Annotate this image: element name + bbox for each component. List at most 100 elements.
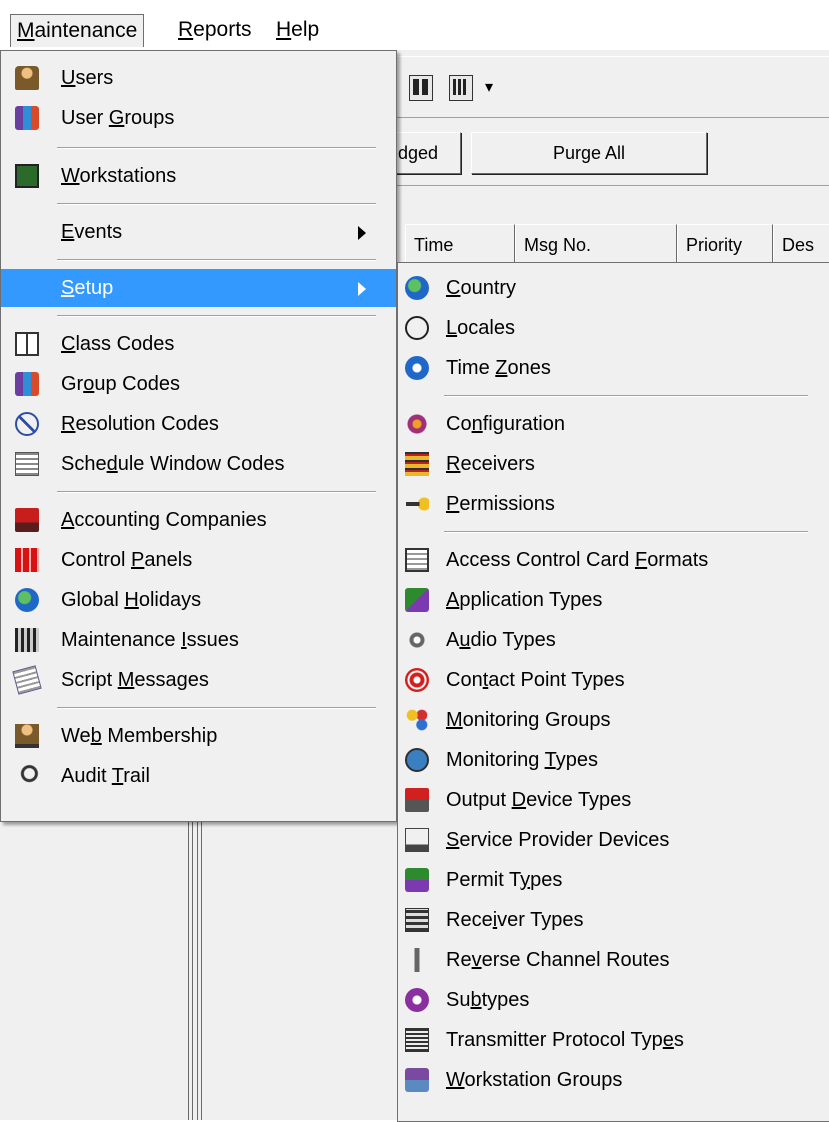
button-row: dged Purge All: [395, 128, 829, 180]
menu-item-subtypes[interactable]: Subtypes: [398, 981, 829, 1019]
menu-item-locales[interactable]: Locales: [398, 309, 829, 347]
menu-item-permit-types[interactable]: Permit Types: [398, 861, 829, 899]
menu-item-workstation-groups-label: Workstation Groups: [446, 1069, 623, 1091]
transmitter-protocol-types-icon: [405, 1028, 429, 1052]
menu-item-permit-types-label: Permit Types: [446, 869, 563, 891]
menu-maintenance-label: aintenance: [34, 19, 138, 42]
control-panels-icon: [15, 548, 39, 572]
menu-reports-mnemonic: R: [178, 18, 194, 41]
resolution-codes-icon: [15, 412, 39, 436]
menu-help[interactable]: Help: [270, 14, 325, 46]
accounting-companies-icon: [15, 508, 39, 532]
audit-trail-icon: [15, 764, 39, 788]
menu-item-maintenance-issues-label: Maintenance Issues: [61, 629, 239, 651]
menu-item-reverse-channel-routes[interactable]: Reverse Channel Routes: [398, 941, 829, 979]
menu-item-schedule-window-codes[interactable]: Schedule Window Codes: [1, 445, 396, 483]
menu-item-configuration[interactable]: Configuration: [398, 405, 829, 443]
books-icon[interactable]: [409, 75, 433, 101]
menu-item-receivers[interactable]: Receivers: [398, 445, 829, 483]
menu-item-events[interactable]: Events: [1, 213, 396, 251]
time-zones-icon: [405, 356, 429, 380]
menu-maintenance[interactable]: Maintenance: [10, 14, 145, 47]
locales-icon: [405, 316, 429, 340]
users-icon: [15, 66, 39, 90]
menu-item-permissions-label: Permissions: [446, 493, 555, 515]
menu-item-monitoring-groups[interactable]: Monitoring Groups: [398, 701, 829, 739]
menu-item-country[interactable]: Country: [398, 269, 829, 307]
menu-item-workstations-label: Workstations: [61, 165, 177, 187]
script-messages-icon: [12, 665, 42, 695]
menu-item-access-control-card-formats[interactable]: Access Control Card Formats: [398, 541, 829, 579]
submenu-arrow-icon: [358, 282, 366, 296]
menu-item-contact-point-types[interactable]: Contact Point Types: [398, 661, 829, 699]
menu-item-accounting-companies-label: Accounting Companies: [61, 509, 267, 531]
menubar: Maintenance Reports Help: [0, 0, 829, 50]
menu-item-user-groups[interactable]: User Groups: [1, 99, 396, 137]
splitter-line-2[interactable]: [197, 810, 202, 1120]
menu-item-group-codes-label: Group Codes: [61, 373, 180, 395]
menu-item-maintenance-issues[interactable]: Maintenance Issues: [1, 621, 396, 659]
menu-item-setup-label: Setup: [61, 277, 114, 299]
menu-item-global-holidays[interactable]: Global Holidays: [1, 581, 396, 619]
purge-all-button[interactable]: Purge All: [471, 132, 707, 174]
monitoring-groups-icon: [405, 708, 429, 732]
toolbar: ▾: [395, 56, 829, 118]
group-codes-icon: [15, 372, 39, 396]
access-card-formats-icon: [405, 548, 429, 572]
menu-item-locales-label: Locales: [446, 317, 515, 339]
splitter-line[interactable]: [188, 810, 193, 1120]
global-holidays-icon: [15, 588, 39, 612]
menu-item-script-messages-label: Script Messages: [61, 669, 209, 691]
menu-item-application-types[interactable]: Application Types: [398, 581, 829, 619]
menu-item-users[interactable]: Users: [1, 59, 396, 97]
menu-item-reverse-channel-routes-label: Reverse Channel Routes: [446, 949, 670, 971]
application-types-icon: [405, 588, 429, 612]
menu-item-receiver-types[interactable]: Receiver Types: [398, 901, 829, 939]
filter-strip: [395, 185, 829, 226]
menu-item-setup[interactable]: Setup: [1, 269, 396, 307]
menu-reports[interactable]: Reports: [172, 14, 258, 46]
menu-item-group-codes[interactable]: Group Codes: [1, 365, 396, 403]
menu-item-monitoring-groups-label: Monitoring Groups: [446, 709, 611, 731]
menu-separator: [57, 491, 376, 493]
menu-item-monitoring-types[interactable]: Monitoring Types: [398, 741, 829, 779]
menu-item-script-messages[interactable]: Script Messages: [1, 661, 396, 699]
menu-item-audio-types[interactable]: Audio Types: [398, 621, 829, 659]
menu-item-access-control-card-formats-label: Access Control Card Formats: [446, 549, 709, 571]
menu-item-web-membership[interactable]: Web Membership: [1, 717, 396, 755]
menu-item-permissions[interactable]: Permissions: [398, 485, 829, 523]
menu-reports-label: eports: [193, 18, 252, 41]
setup-submenu: Country Locales Time Zones Configuration…: [397, 262, 829, 1122]
acknowledged-button[interactable]: dged: [395, 132, 461, 174]
country-globe-icon: [405, 276, 429, 300]
user-groups-icon: [15, 106, 39, 130]
menu-item-service-provider-devices[interactable]: Service Provider Devices: [398, 821, 829, 859]
receivers-icon: [405, 452, 429, 476]
menu-item-transmitter-protocol-types[interactable]: Transmitter Protocol Types: [398, 1021, 829, 1059]
receiver-types-icon: [405, 908, 429, 932]
menu-item-workstations[interactable]: Workstations: [1, 157, 396, 195]
menu-item-class-codes[interactable]: Class Codes: [1, 325, 396, 363]
toolbar-dropdown-arrow-icon[interactable]: ▾: [485, 77, 493, 97]
menu-item-resolution-codes[interactable]: Resolution Codes: [1, 405, 396, 443]
column-header-msg-no[interactable]: Msg No.: [515, 224, 677, 264]
menu-item-audit-trail[interactable]: Audit Trail: [1, 757, 396, 795]
books-report-icon[interactable]: [449, 75, 473, 101]
reverse-channel-routes-icon: [405, 948, 429, 972]
column-header-description[interactable]: Des: [773, 224, 829, 264]
menu-help-mnemonic: H: [276, 18, 292, 41]
menu-separator: [57, 203, 376, 205]
menu-item-users-label: Users: [61, 67, 114, 89]
menu-separator: [57, 315, 376, 317]
menu-item-output-device-types[interactable]: Output Device Types: [398, 781, 829, 819]
menu-item-audio-types-label: Audio Types: [446, 629, 556, 651]
menu-item-workstation-groups[interactable]: Workstation Groups: [398, 1061, 829, 1099]
menu-item-subtypes-label: Subtypes: [446, 989, 530, 1011]
menu-item-time-zones[interactable]: Time Zones: [398, 349, 829, 387]
maintenance-menu: Users User Groups Workstations Events Se…: [0, 50, 397, 822]
contact-point-types-icon: [405, 668, 429, 692]
menu-item-control-panels[interactable]: Control Panels: [1, 541, 396, 579]
menu-item-accounting-companies[interactable]: Accounting Companies: [1, 501, 396, 539]
column-header-time[interactable]: Time: [405, 224, 515, 264]
column-header-priority[interactable]: Priority: [677, 224, 773, 264]
